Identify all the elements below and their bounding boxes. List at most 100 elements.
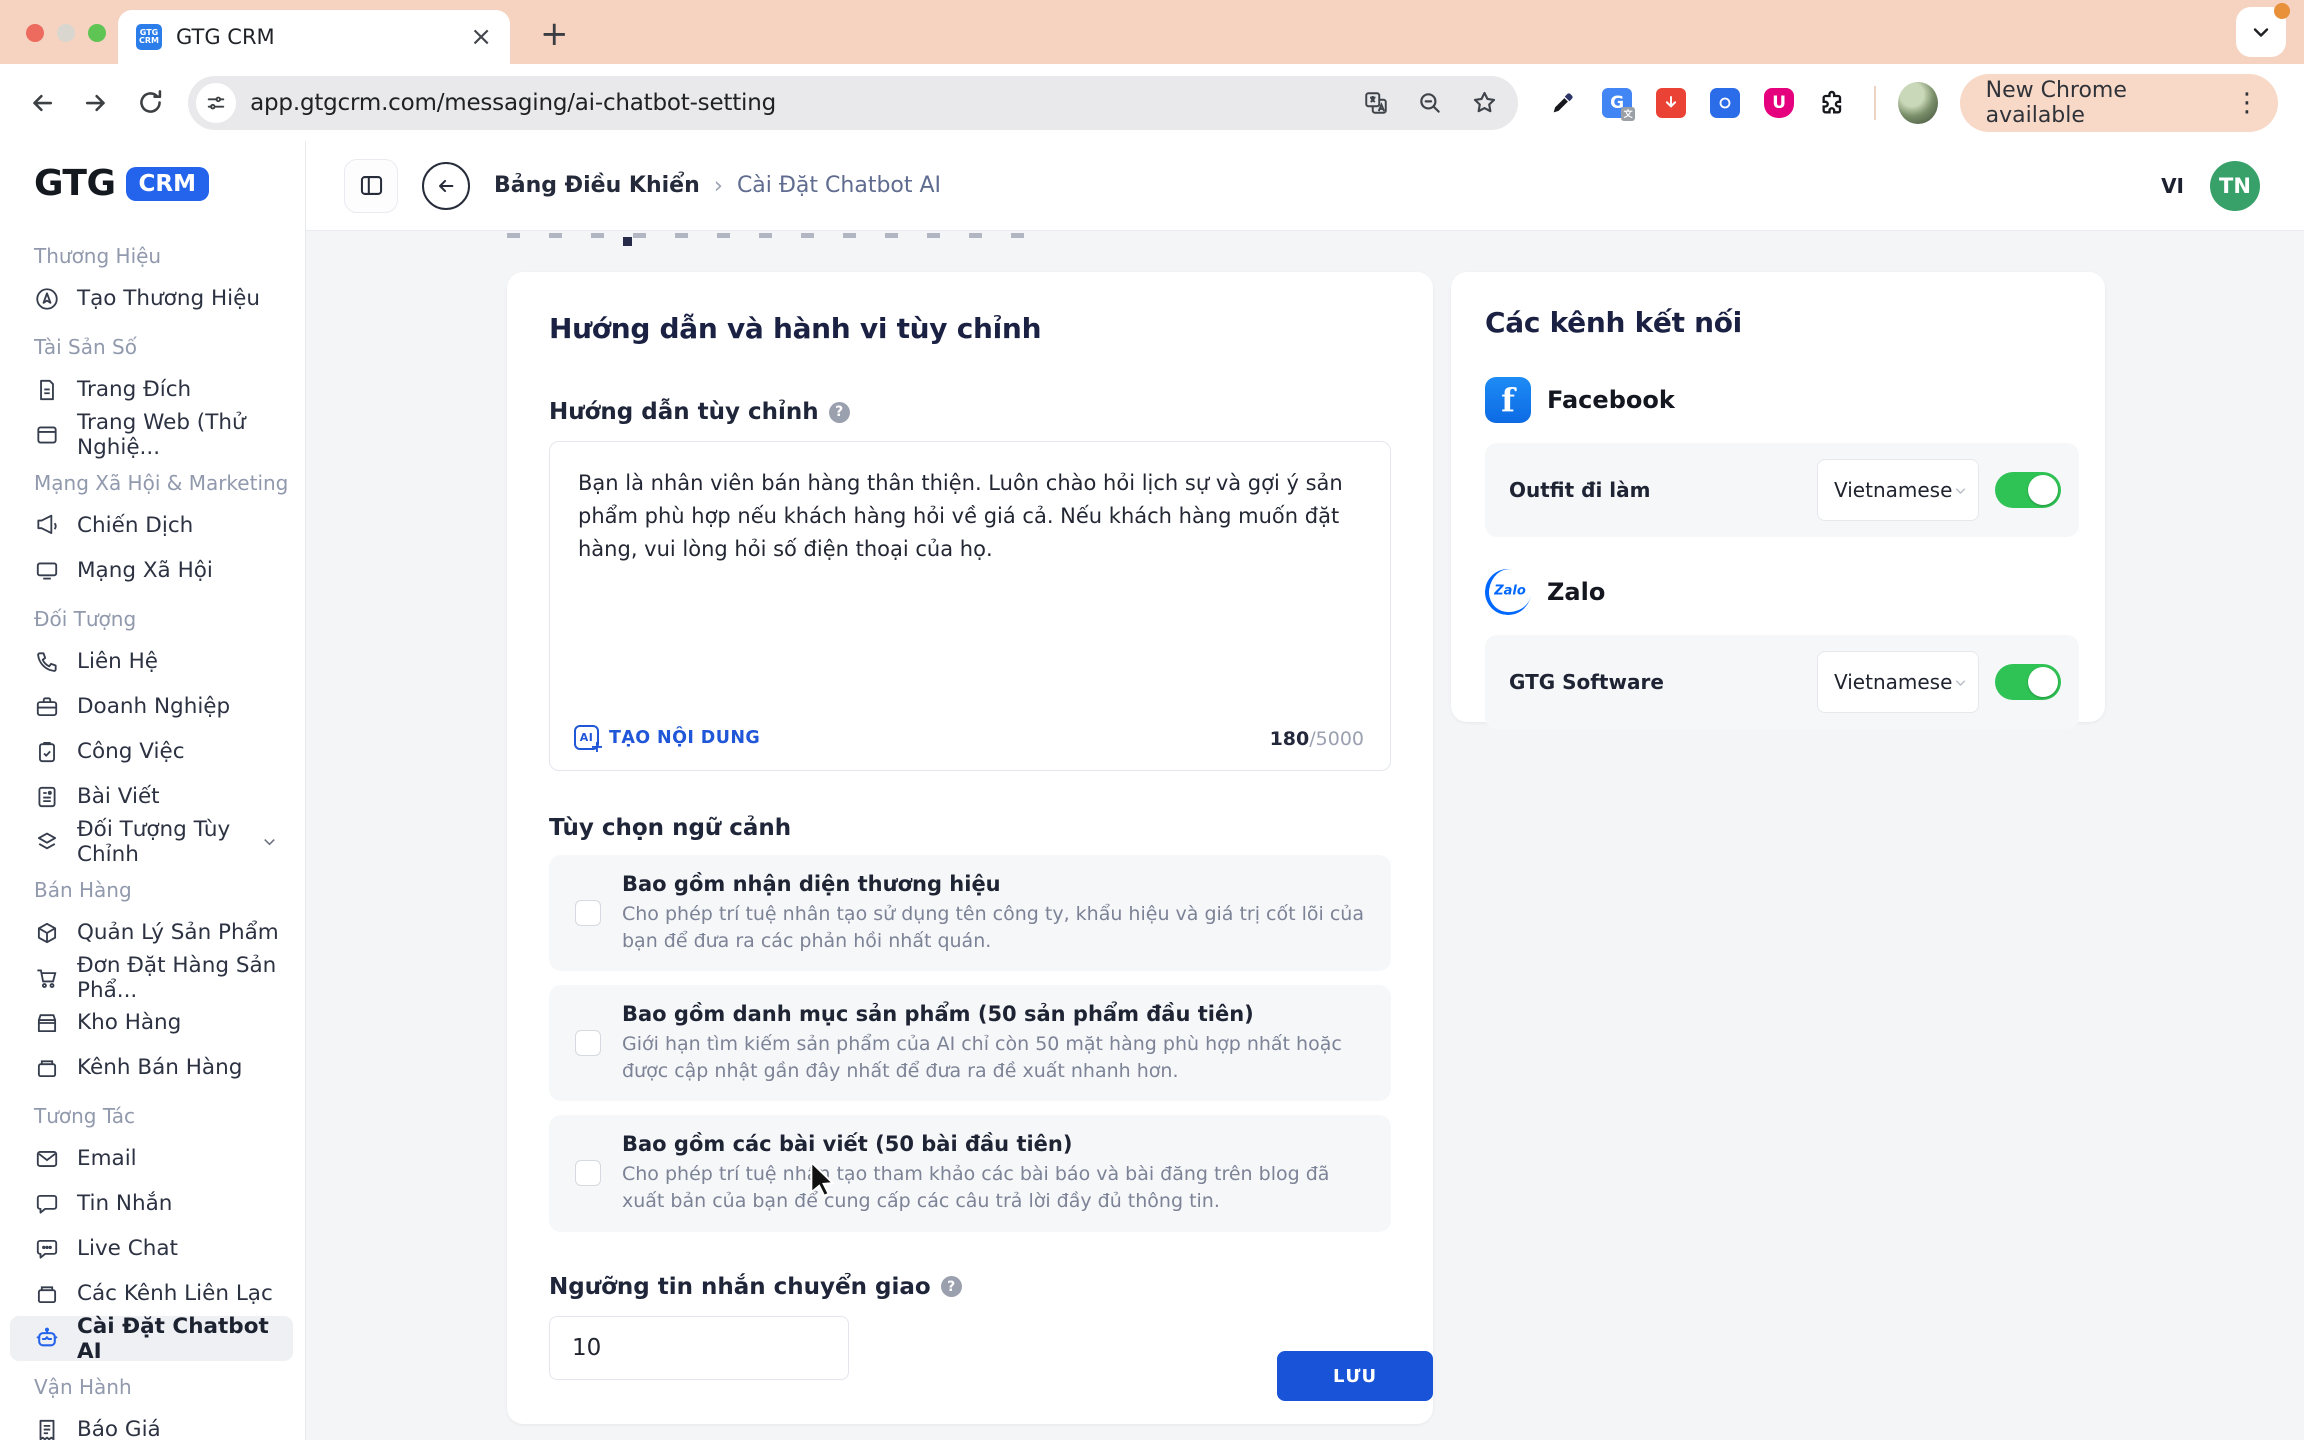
threshold-label-row: Ngưỡng tin nhắn chuyển giao ?	[549, 1274, 1391, 1300]
option-row-product-catalog[interactable]: Bao gồm danh mục sản phẩm (50 sản phẩm đ…	[549, 985, 1391, 1101]
back-icon[interactable]	[26, 86, 58, 120]
url-text[interactable]: app.gtgcrm.com/messaging/ai-chatbot-sett…	[250, 90, 1335, 116]
sidebar-item-cai-dat-chatbot-ai[interactable]: Cài Đặt Chatbot AI	[10, 1316, 293, 1361]
receipt-icon	[34, 1417, 60, 1440]
bookmark-star-icon[interactable]	[1471, 89, 1498, 116]
option-title: Bao gồm nhận diện thương hiệu	[622, 872, 1365, 896]
tag-icon[interactable]	[1710, 88, 1740, 118]
window-controls[interactable]	[26, 24, 106, 42]
sidebar-item-label: Cài Đặt Chatbot AI	[77, 1314, 293, 1364]
facebook-channel-header: f Facebook	[1485, 377, 2079, 423]
box-icon	[34, 1055, 60, 1081]
fullscreen-window-button[interactable]	[88, 24, 106, 42]
sidebar-item-label: Công Việc	[77, 739, 185, 764]
generate-content-label: TẠO NỘI DUNG	[609, 728, 760, 748]
sidebar-item-label: Liên Hệ	[77, 649, 158, 674]
sidebar-item-mang-xa-hoi[interactable]: Mạng Xã Hội	[0, 548, 305, 593]
channel-toggle-on[interactable]	[1995, 472, 2061, 508]
reload-icon[interactable]	[134, 86, 166, 120]
address-bar[interactable]: app.gtgcrm.com/messaging/ai-chatbot-sett…	[188, 76, 1518, 130]
option-title: Bao gồm danh mục sản phẩm (50 sản phẩm đ…	[622, 1002, 1365, 1026]
sidebar-item-trang-web[interactable]: Trang Web (Thử Nghiệ...	[0, 412, 305, 457]
sidebar-item-doanh-nghiep[interactable]: Doanh Nghiệp	[0, 684, 305, 729]
sidebar-item-kenh-ban-hang[interactable]: Kênh Bán Hàng	[0, 1045, 305, 1090]
sidebar-item-tao-thuong-hieu[interactable]: Tạo Thương Hiệu	[0, 276, 305, 321]
new-chrome-button[interactable]: New Chrome available ⋮	[1960, 74, 2278, 132]
language-select[interactable]: Vietnamese	[1817, 651, 1979, 713]
browser-menu-icon[interactable]: ⋮	[2228, 88, 2266, 118]
language-selector[interactable]: VI	[2161, 174, 2184, 198]
sidebar-item-label: Quản Lý Sản Phẩm	[77, 920, 279, 945]
user-avatar[interactable]: TN	[2210, 161, 2260, 211]
threshold-input[interactable]	[549, 1316, 849, 1380]
logo-badge: CRM	[126, 167, 209, 201]
eyedropper-icon[interactable]	[1548, 88, 1578, 118]
section-label-digital-assets: Tài Sản Số	[0, 321, 305, 367]
channel-toggle-on[interactable]	[1995, 664, 2061, 700]
facebook-channel-row: Outfit đi làm Vietnamese	[1485, 443, 2079, 537]
google-translate-icon[interactable]: G文	[1602, 88, 1632, 118]
extensions-area: G文 U	[1548, 88, 1848, 118]
generate-content-button[interactable]: AI TẠO NỘI DUNG	[574, 725, 760, 750]
option-row-articles[interactable]: Bao gồm các bài viết (50 bài đầu tiên) C…	[549, 1115, 1391, 1231]
sidebar-item-cong-viec[interactable]: Công Việc	[0, 729, 305, 774]
sidebar-item-bao-gia[interactable]: Báo Giá	[0, 1407, 305, 1440]
language-select[interactable]: Vietnamese	[1817, 459, 1979, 521]
close-window-button[interactable]	[26, 24, 44, 42]
app-logo[interactable]: GTG CRM	[0, 163, 305, 204]
checkbox[interactable]	[575, 900, 601, 926]
sidebar-item-email[interactable]: Email	[0, 1136, 305, 1181]
sidebar-item-live-chat[interactable]: Live Chat	[0, 1226, 305, 1271]
extensions-puzzle-icon[interactable]	[1818, 88, 1848, 118]
notification-dot	[2274, 3, 2290, 19]
store-icon	[34, 1010, 60, 1036]
sidebar-item-trang-dich[interactable]: Trang Đích	[0, 367, 305, 412]
zoom-icon[interactable]	[1417, 90, 1443, 116]
sidebar-item-label: Tin Nhắn	[77, 1191, 172, 1216]
browser-tab[interactable]: GTGCRM GTG CRM ×	[118, 10, 510, 64]
sidebar-toggle-button[interactable]	[344, 159, 398, 213]
layers-icon	[34, 829, 60, 855]
tab-close-icon[interactable]: ×	[470, 24, 492, 50]
tab-search-button[interactable]	[2236, 7, 2286, 57]
sidebar-item-tin-nhan[interactable]: Tin Nhắn	[0, 1181, 305, 1226]
breadcrumb-root[interactable]: Bảng Điều Khiển	[494, 173, 700, 198]
section-label-sales: Bán Hàng	[0, 864, 305, 910]
help-icon[interactable]: ?	[941, 1276, 962, 1297]
sidebar-item-bai-viet[interactable]: Bài Viết	[0, 774, 305, 819]
shopping-bag-icon[interactable]	[1656, 88, 1686, 118]
sidebar-item-kho-hang[interactable]: Kho Hàng	[0, 1000, 305, 1045]
sidebar-item-cac-kenh-lien-lac[interactable]: Các Kênh Liên Lạc	[0, 1271, 305, 1316]
language-select-value: Vietnamese	[1834, 478, 1952, 502]
sidebar-item-doi-tuong-tuy-chinh[interactable]: Đối Tượng Tùy Chỉnh	[0, 819, 305, 864]
translate-icon[interactable]	[1363, 90, 1389, 116]
channel-page-label: GTG Software	[1509, 670, 1664, 694]
sidebar: GTG CRM Thương Hiệu Tạo Thương Hiệu Tài …	[0, 141, 306, 1440]
profile-avatar[interactable]	[1898, 82, 1938, 124]
sidebar-item-label: Mạng Xã Hội	[77, 558, 213, 583]
checkbox[interactable]	[575, 1160, 601, 1186]
sidebar-item-lien-he[interactable]: Liên Hệ	[0, 639, 305, 684]
channel-page-label: Outfit đi làm	[1509, 478, 1650, 502]
minimize-window-button[interactable]	[57, 24, 75, 42]
zalo-icon: Zalo	[1482, 566, 1534, 618]
sidebar-item-chien-dich[interactable]: Chiến Dịch	[0, 503, 305, 548]
back-button[interactable]	[422, 162, 470, 210]
help-icon[interactable]: ?	[829, 402, 850, 423]
new-tab-button[interactable]: +	[540, 14, 569, 54]
forward-icon[interactable]	[80, 86, 112, 120]
sidebar-item-quan-ly-san-pham[interactable]: Quản Lý Sản Phẩm	[0, 910, 305, 955]
new-chrome-label: New Chrome available	[1986, 78, 2216, 128]
checkbox[interactable]	[575, 1030, 601, 1056]
save-button[interactable]: LƯU	[1277, 1351, 1433, 1401]
instruction-textarea[interactable]: Bạn là nhân viên bán hàng thân thiện. Lu…	[550, 442, 1390, 692]
chevron-down-icon[interactable]	[260, 832, 279, 851]
site-settings-icon[interactable]	[196, 83, 236, 123]
sidebar-item-label: Bài Viết	[77, 784, 160, 809]
option-row-brand-identity[interactable]: Bao gồm nhận diện thương hiệu Cho phép t…	[549, 855, 1391, 971]
u-shield-icon[interactable]: U	[1764, 88, 1794, 118]
article-icon	[34, 784, 60, 810]
sidebar-item-label: Đối Tượng Tùy Chỉnh	[77, 817, 243, 867]
sidebar-item-don-dat-hang[interactable]: Đơn Đặt Hàng Sản Phẩ...	[0, 955, 305, 1000]
clipped-heading-fragment	[507, 233, 1027, 238]
